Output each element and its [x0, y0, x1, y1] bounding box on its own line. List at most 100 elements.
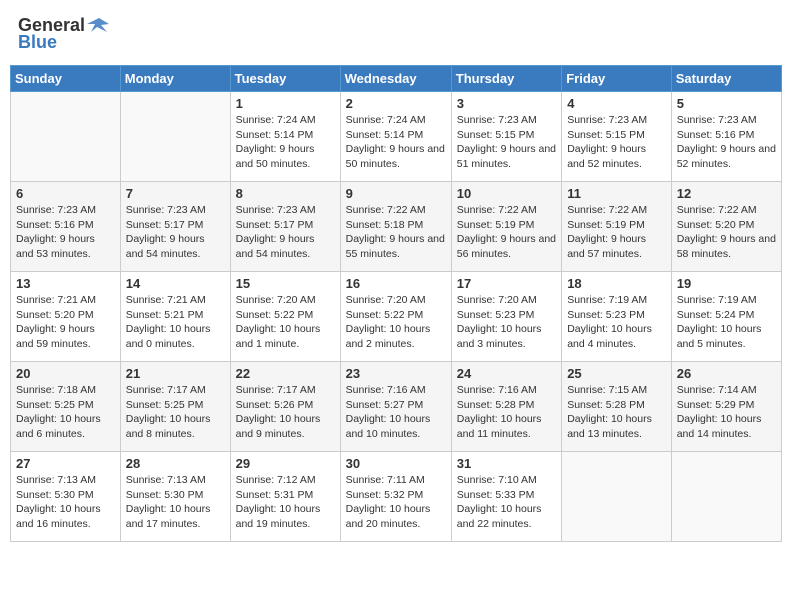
calendar-cell — [562, 452, 672, 542]
calendar-cell: 20 Sunrise: 7:18 AM Sunset: 5:25 PM Dayli… — [11, 362, 121, 452]
day-of-week-monday: Monday — [120, 66, 230, 92]
day-of-week-friday: Friday — [562, 66, 672, 92]
day-number: 13 — [16, 276, 115, 291]
calendar-cell: 10 Sunrise: 7:22 AM Sunset: 5:19 PM Dayli… — [451, 182, 561, 272]
day-info: Sunrise: 7:15 AM Sunset: 5:28 PM Dayligh… — [567, 383, 666, 442]
day-number: 28 — [126, 456, 225, 471]
day-number: 12 — [677, 186, 776, 201]
day-number: 21 — [126, 366, 225, 381]
calendar-cell: 7 Sunrise: 7:23 AM Sunset: 5:17 PM Daylig… — [120, 182, 230, 272]
day-info: Sunrise: 7:21 AM Sunset: 5:21 PM Dayligh… — [126, 293, 225, 352]
day-info: Sunrise: 7:23 AM Sunset: 5:15 PM Dayligh… — [567, 113, 666, 172]
calendar-cell: 16 Sunrise: 7:20 AM Sunset: 5:22 PM Dayli… — [340, 272, 451, 362]
calendar-cell: 8Sunrise: 7:23 AM Sunset: 5:17 PM Daylig… — [230, 182, 340, 272]
calendar-week-5: 27Sunrise: 7:13 AM Sunset: 5:30 PM Dayli… — [11, 452, 782, 542]
day-number: 16 — [346, 276, 446, 291]
day-info: Sunrise: 7:23 AM Sunset: 5:16 PM Dayligh… — [16, 203, 115, 262]
calendar-cell: 27Sunrise: 7:13 AM Sunset: 5:30 PM Dayli… — [11, 452, 121, 542]
calendar-cell: 21 Sunrise: 7:17 AM Sunset: 5:25 PM Dayli… — [120, 362, 230, 452]
day-number: 18 — [567, 276, 666, 291]
calendar-cell: 26 Sunrise: 7:14 AM Sunset: 5:29 PM Dayli… — [671, 362, 781, 452]
day-of-week-wednesday: Wednesday — [340, 66, 451, 92]
day-info: Sunrise: 7:22 AM Sunset: 5:20 PM Dayligh… — [677, 203, 776, 262]
day-number: 30 — [346, 456, 446, 471]
day-info: Sunrise: 7:20 AM Sunset: 5:23 PM Dayligh… — [457, 293, 556, 352]
day-number: 7 — [126, 186, 225, 201]
calendar-header: SundayMondayTuesdayWednesdayThursdayFrid… — [11, 66, 782, 92]
day-number: 19 — [677, 276, 776, 291]
calendar-cell: 15 Sunrise: 7:20 AM Sunset: 5:22 PM Dayli… — [230, 272, 340, 362]
calendar-cell: 30 Sunrise: 7:11 AM Sunset: 5:32 PM Dayli… — [340, 452, 451, 542]
calendar-body: 1 Sunrise: 7:24 AM Sunset: 5:14 PM Daylig… — [11, 92, 782, 542]
day-info: Sunrise: 7:17 AM Sunset: 5:25 PM Dayligh… — [126, 383, 225, 442]
calendar-week-3: 13 Sunrise: 7:21 AM Sunset: 5:20 PM Dayli… — [11, 272, 782, 362]
calendar-cell: 6 Sunrise: 7:23 AM Sunset: 5:16 PM Daylig… — [11, 182, 121, 272]
day-number: 15 — [236, 276, 335, 291]
calendar-cell: 23 Sunrise: 7:16 AM Sunset: 5:27 PM Dayli… — [340, 362, 451, 452]
day-info: Sunrise: 7:14 AM Sunset: 5:29 PM Dayligh… — [677, 383, 776, 442]
day-info: Sunrise: 7:23 AM Sunset: 5:17 PM Dayligh… — [126, 203, 225, 262]
day-info: Sunrise: 7:16 AM Sunset: 5:28 PM Dayligh… — [457, 383, 556, 442]
calendar-cell: 24 Sunrise: 7:16 AM Sunset: 5:28 PM Dayli… — [451, 362, 561, 452]
day-info: Sunrise: 7:19 AM Sunset: 5:23 PM Dayligh… — [567, 293, 666, 352]
day-of-week-tuesday: Tuesday — [230, 66, 340, 92]
day-info: Sunrise: 7:20 AM Sunset: 5:22 PM Dayligh… — [346, 293, 446, 352]
day-info: Sunrise: 7:13 AM Sunset: 5:30 PM Dayligh… — [126, 473, 225, 532]
day-number: 26 — [677, 366, 776, 381]
day-number: 11 — [567, 186, 666, 201]
calendar-cell: 5Sunrise: 7:23 AM Sunset: 5:16 PM Daylig… — [671, 92, 781, 182]
calendar-cell: 17 Sunrise: 7:20 AM Sunset: 5:23 PM Dayli… — [451, 272, 561, 362]
calendar-cell: 22 Sunrise: 7:17 AM Sunset: 5:26 PM Dayli… — [230, 362, 340, 452]
day-number: 5 — [677, 96, 776, 111]
calendar-cell: 13 Sunrise: 7:21 AM Sunset: 5:20 PM Dayli… — [11, 272, 121, 362]
day-info: Sunrise: 7:23 AM Sunset: 5:17 PM Dayligh… — [236, 203, 335, 262]
calendar-cell: 25Sunrise: 7:15 AM Sunset: 5:28 PM Dayli… — [562, 362, 672, 452]
day-info: Sunrise: 7:22 AM Sunset: 5:18 PM Dayligh… — [346, 203, 446, 262]
day-info: Sunrise: 7:11 AM Sunset: 5:32 PM Dayligh… — [346, 473, 446, 532]
calendar-cell: 19 Sunrise: 7:19 AM Sunset: 5:24 PM Dayli… — [671, 272, 781, 362]
day-number: 10 — [457, 186, 556, 201]
day-info: Sunrise: 7:22 AM Sunset: 5:19 PM Dayligh… — [457, 203, 556, 262]
day-number: 20 — [16, 366, 115, 381]
day-info: Sunrise: 7:13 AM Sunset: 5:30 PM Dayligh… — [16, 473, 115, 532]
calendar-cell: 4Sunrise: 7:23 AM Sunset: 5:15 PM Daylig… — [562, 92, 672, 182]
day-number: 1 — [236, 96, 335, 111]
calendar-cell — [11, 92, 121, 182]
day-info: Sunrise: 7:24 AM Sunset: 5:14 PM Dayligh… — [236, 113, 335, 172]
day-of-week-sunday: Sunday — [11, 66, 121, 92]
day-number: 6 — [16, 186, 115, 201]
logo-blue-text: Blue — [18, 32, 57, 53]
day-number: 2 — [346, 96, 446, 111]
day-number: 23 — [346, 366, 446, 381]
day-info: Sunrise: 7:16 AM Sunset: 5:27 PM Dayligh… — [346, 383, 446, 442]
day-number: 29 — [236, 456, 335, 471]
calendar-week-2: 6 Sunrise: 7:23 AM Sunset: 5:16 PM Daylig… — [11, 182, 782, 272]
day-number: 3 — [457, 96, 556, 111]
day-number: 17 — [457, 276, 556, 291]
day-number: 31 — [457, 456, 556, 471]
day-number: 22 — [236, 366, 335, 381]
day-info: Sunrise: 7:17 AM Sunset: 5:26 PM Dayligh… — [236, 383, 335, 442]
logo-bird-icon — [87, 14, 109, 36]
logo: General Blue — [18, 14, 109, 53]
day-number: 14 — [126, 276, 225, 291]
day-number: 24 — [457, 366, 556, 381]
day-info: Sunrise: 7:24 AM Sunset: 5:14 PM Dayligh… — [346, 113, 446, 172]
day-info: Sunrise: 7:21 AM Sunset: 5:20 PM Dayligh… — [16, 293, 115, 352]
day-info: Sunrise: 7:18 AM Sunset: 5:25 PM Dayligh… — [16, 383, 115, 442]
day-info: Sunrise: 7:10 AM Sunset: 5:33 PM Dayligh… — [457, 473, 556, 532]
calendar-cell: 29 Sunrise: 7:12 AM Sunset: 5:31 PM Dayli… — [230, 452, 340, 542]
day-of-week-thursday: Thursday — [451, 66, 561, 92]
calendar-table: SundayMondayTuesdayWednesdayThursdayFrid… — [10, 65, 782, 542]
calendar-cell: 18 Sunrise: 7:19 AM Sunset: 5:23 PM Dayli… — [562, 272, 672, 362]
calendar-cell: 3Sunrise: 7:23 AM Sunset: 5:15 PM Daylig… — [451, 92, 561, 182]
calendar-cell: 12 Sunrise: 7:22 AM Sunset: 5:20 PM Dayli… — [671, 182, 781, 272]
page-header: General Blue — [10, 10, 782, 57]
days-of-week-row: SundayMondayTuesdayWednesdayThursdayFrid… — [11, 66, 782, 92]
day-info: Sunrise: 7:19 AM Sunset: 5:24 PM Dayligh… — [677, 293, 776, 352]
calendar-cell: 11 Sunrise: 7:22 AM Sunset: 5:19 PM Dayli… — [562, 182, 672, 272]
day-info: Sunrise: 7:22 AM Sunset: 5:19 PM Dayligh… — [567, 203, 666, 262]
day-info: Sunrise: 7:12 AM Sunset: 5:31 PM Dayligh… — [236, 473, 335, 532]
day-info: Sunrise: 7:20 AM Sunset: 5:22 PM Dayligh… — [236, 293, 335, 352]
calendar-cell: 2 Sunrise: 7:24 AM Sunset: 5:14 PM Daylig… — [340, 92, 451, 182]
